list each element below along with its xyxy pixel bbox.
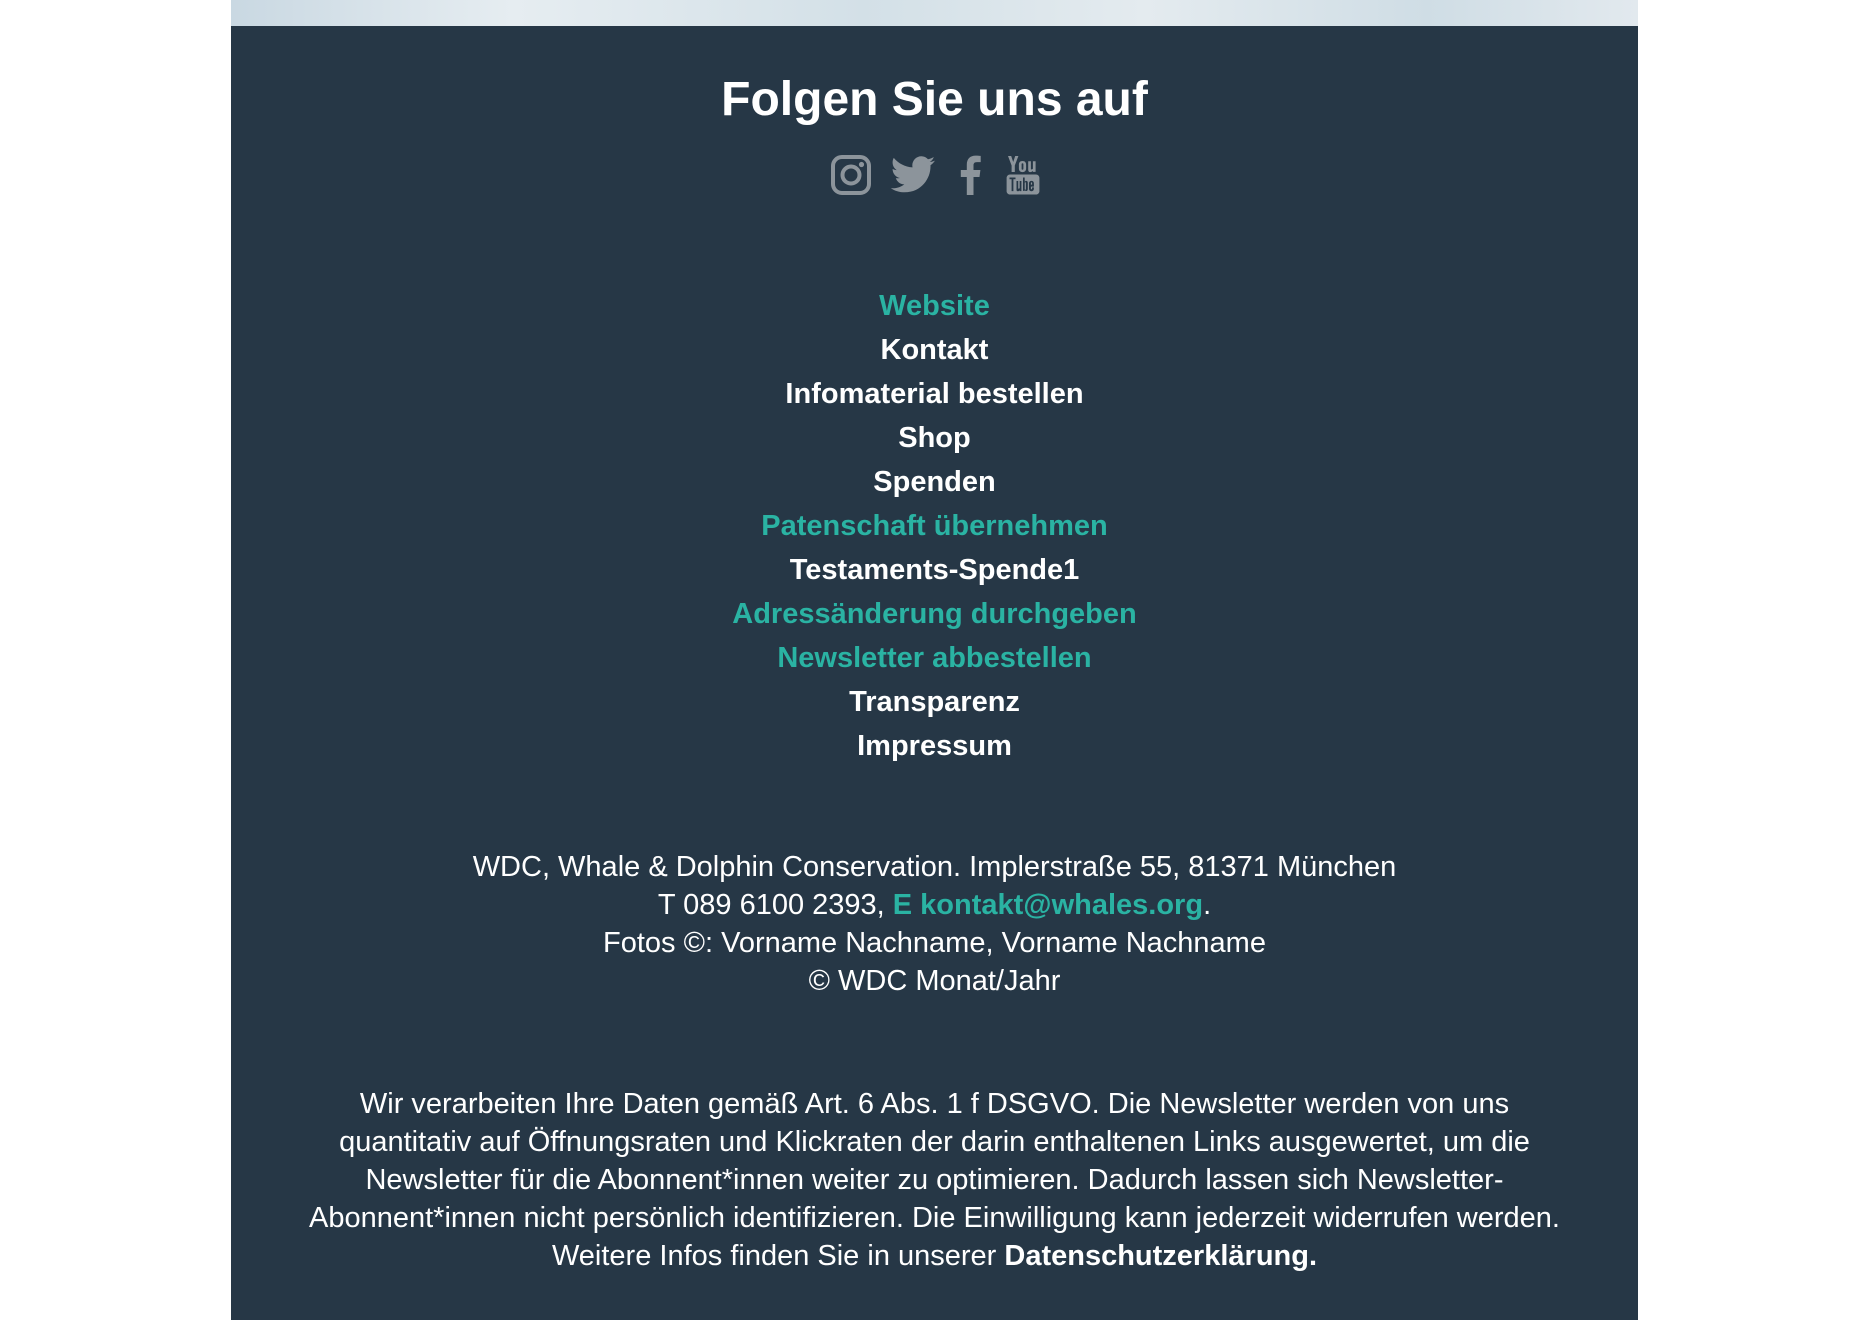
menu-link-transparenz[interactable]: Transparenz (849, 686, 1020, 718)
privacy-notice-line: quantitativ auf Öffnungsraten und Klickr… (339, 1126, 1530, 1158)
menu-link-infomaterial[interactable]: Infomaterial bestellen (785, 378, 1083, 410)
menu-link-shop[interactable]: Shop (898, 422, 971, 454)
youtube-icon[interactable] (1006, 155, 1040, 195)
footer-menu: Website Kontakt Infomaterial bestellen S… (231, 284, 1638, 768)
photo-credits: Fotos ©: Vorname Nachname, Vorname Nachn… (603, 927, 1266, 959)
privacy-notice-line: Wir verarbeiten Ihre Daten gemäß Art. 6 … (359, 1088, 1510, 1120)
phone-text: T 089 6100 2393, (657, 889, 893, 921)
twitter-icon[interactable] (890, 156, 936, 194)
privacy-notice: Wir verarbeiten Ihre Daten gemäß Art. 6 … (281, 1085, 1588, 1275)
privacy-notice-line: Newsletter für die Abonnent*innen weiter… (365, 1164, 1504, 1196)
contact-line: T 089 6100 2393, E kontakt@whales.org. (231, 886, 1638, 924)
organization-address: WDC, Whale & Dolphin Conservation. Imple… (231, 848, 1638, 1000)
menu-link-spenden[interactable]: Spenden (873, 466, 995, 498)
email-suffix: . (1203, 889, 1212, 921)
address-line: WDC, Whale & Dolphin Conservation. Imple… (472, 851, 1397, 883)
menu-link-testaments-spende[interactable]: Testaments-Spende1 (790, 554, 1080, 586)
header-image-strip (231, 0, 1638, 26)
instagram-icon[interactable] (830, 154, 872, 196)
copyright-text: © WDC Monat/Jahr (808, 965, 1061, 997)
privacy-policy-link[interactable]: Datenschutzerklärung. (1004, 1240, 1317, 1272)
menu-link-patenschaft[interactable]: Patenschaft übernehmen (761, 510, 1107, 542)
privacy-notice-line: Weitere Infos finden Sie in unserer Date… (281, 1237, 1588, 1275)
menu-link-website[interactable]: Website (879, 290, 990, 322)
follow-us-heading: Folgen Sie uns auf (721, 73, 1148, 126)
social-icons-row (231, 149, 1638, 201)
privacy-info-text: Weitere Infos finden Sie in unserer (551, 1240, 1005, 1272)
email-link[interactable]: E kontakt@whales.org (893, 889, 1203, 921)
menu-link-adressaenderung[interactable]: Adressänderung durchgeben (732, 598, 1136, 630)
menu-link-impressum[interactable]: Impressum (857, 730, 1012, 762)
page: Folgen Sie uns auf Website Kontakt Infom… (0, 0, 1858, 1324)
facebook-icon[interactable] (958, 155, 982, 195)
menu-link-newsletter-abbestellen[interactable]: Newsletter abbestellen (777, 642, 1091, 674)
newsletter-footer: Folgen Sie uns auf Website Kontakt Infom… (231, 26, 1638, 1320)
menu-link-kontakt[interactable]: Kontakt (881, 334, 989, 366)
privacy-notice-line: Abonnent*innen nicht persönlich identifi… (309, 1202, 1560, 1234)
